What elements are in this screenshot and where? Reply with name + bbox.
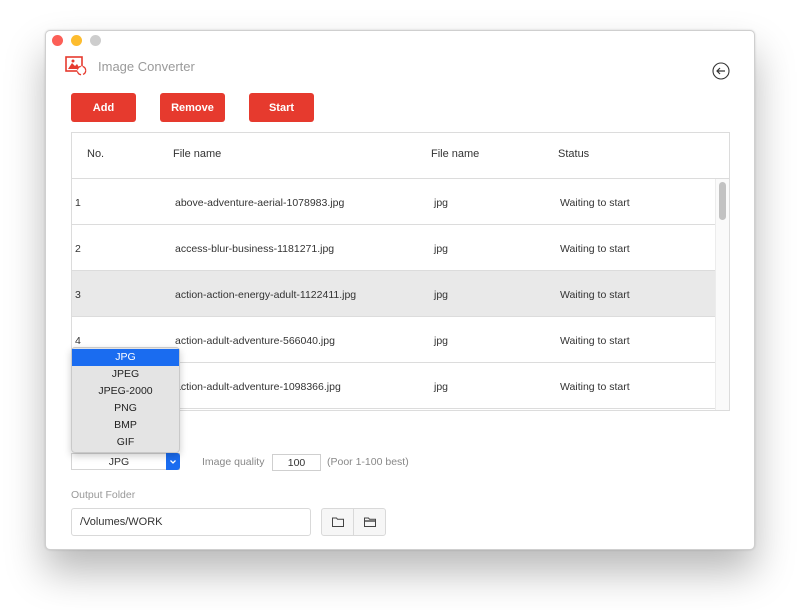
- output-folder-label: Output Folder: [71, 489, 136, 501]
- table-scrollbar[interactable]: [715, 179, 729, 410]
- back-arrow-circle-icon[interactable]: [712, 62, 730, 80]
- row-file-type: jpg: [434, 197, 449, 209]
- column-header-status[interactable]: Status: [558, 148, 589, 160]
- format-option-png[interactable]: PNG: [72, 400, 179, 417]
- format-option-gif[interactable]: GIF: [72, 434, 179, 451]
- row-file-name: access-blur-business-1181271.jpg: [175, 243, 335, 255]
- row-number: 2: [75, 243, 81, 255]
- row-status: Waiting to start: [560, 243, 630, 255]
- choose-folder-button[interactable]: [322, 509, 353, 535]
- row-file-name: above-adventure-aerial-1078983.jpg: [175, 197, 345, 209]
- window-controls: [52, 35, 101, 46]
- scrollbar-thumb[interactable]: [719, 182, 726, 220]
- app-title: Image Converter: [98, 59, 195, 74]
- row-file-name: action-adult-adventure-1098366.jpg: [175, 381, 341, 393]
- format-option-jpg[interactable]: JPG: [72, 349, 179, 366]
- row-number: 3: [75, 289, 81, 301]
- format-dropdown-menu: JPG JPEG JPEG-2000 PNG BMP GIF: [71, 347, 180, 453]
- column-header-no[interactable]: No.: [87, 148, 104, 160]
- table-row[interactable]: 2 access-blur-business-1181271.jpg jpg W…: [72, 225, 717, 271]
- row-status: Waiting to start: [560, 197, 630, 209]
- row-number: 4: [75, 335, 81, 347]
- row-file-name: action-action-energy-adult-1122411.jpg: [175, 289, 357, 301]
- row-file-type: jpg: [434, 243, 449, 255]
- image-quality-hint: (Poor 1-100 best): [327, 456, 409, 468]
- format-option-jpeg[interactable]: JPEG: [72, 366, 179, 383]
- row-file-name: action-adult-adventure-566040.jpg: [175, 335, 335, 347]
- table-row[interactable]: 3 action-action-energy-adult-1122411.jpg…: [72, 271, 717, 317]
- add-button[interactable]: Add: [71, 93, 136, 122]
- row-status: Waiting to start: [560, 289, 630, 301]
- format-select-value: JPG: [108, 456, 130, 468]
- image-quality-input[interactable]: [272, 454, 321, 471]
- app-window: Image Converter Add Remove Start No. Fil…: [45, 30, 755, 550]
- folder-icon: [331, 517, 344, 527]
- maximize-window-button[interactable]: [90, 35, 101, 46]
- close-window-button[interactable]: [52, 35, 63, 46]
- minimize-window-button[interactable]: [71, 35, 82, 46]
- format-option-jpeg-2000[interactable]: JPEG-2000: [72, 383, 179, 400]
- format-option-bmp[interactable]: BMP: [72, 417, 179, 434]
- output-folder-input[interactable]: [71, 508, 311, 536]
- folder-open-icon: [363, 517, 376, 527]
- table-header: No. File name File name Status: [72, 133, 729, 179]
- folder-button-group: [321, 508, 386, 536]
- row-file-type: jpg: [434, 289, 449, 301]
- row-status: Waiting to start: [560, 381, 630, 393]
- row-status: Waiting to start: [560, 335, 630, 347]
- column-header-file-name[interactable]: File name: [173, 148, 221, 160]
- row-file-type: jpg: [434, 381, 449, 393]
- image-convert-icon: [65, 56, 87, 76]
- format-select[interactable]: JPG: [71, 453, 180, 470]
- row-number: 1: [75, 197, 81, 209]
- chevron-down-icon[interactable]: [166, 453, 180, 470]
- row-file-type: jpg: [434, 335, 449, 347]
- column-header-file-type[interactable]: File name: [431, 148, 479, 160]
- start-button[interactable]: Start: [249, 93, 314, 122]
- open-folder-button[interactable]: [353, 509, 385, 535]
- image-quality-label: Image quality: [202, 456, 265, 468]
- remove-button[interactable]: Remove: [160, 93, 225, 122]
- table-row[interactable]: 1 above-adventure-aerial-1078983.jpg jpg…: [72, 179, 717, 225]
